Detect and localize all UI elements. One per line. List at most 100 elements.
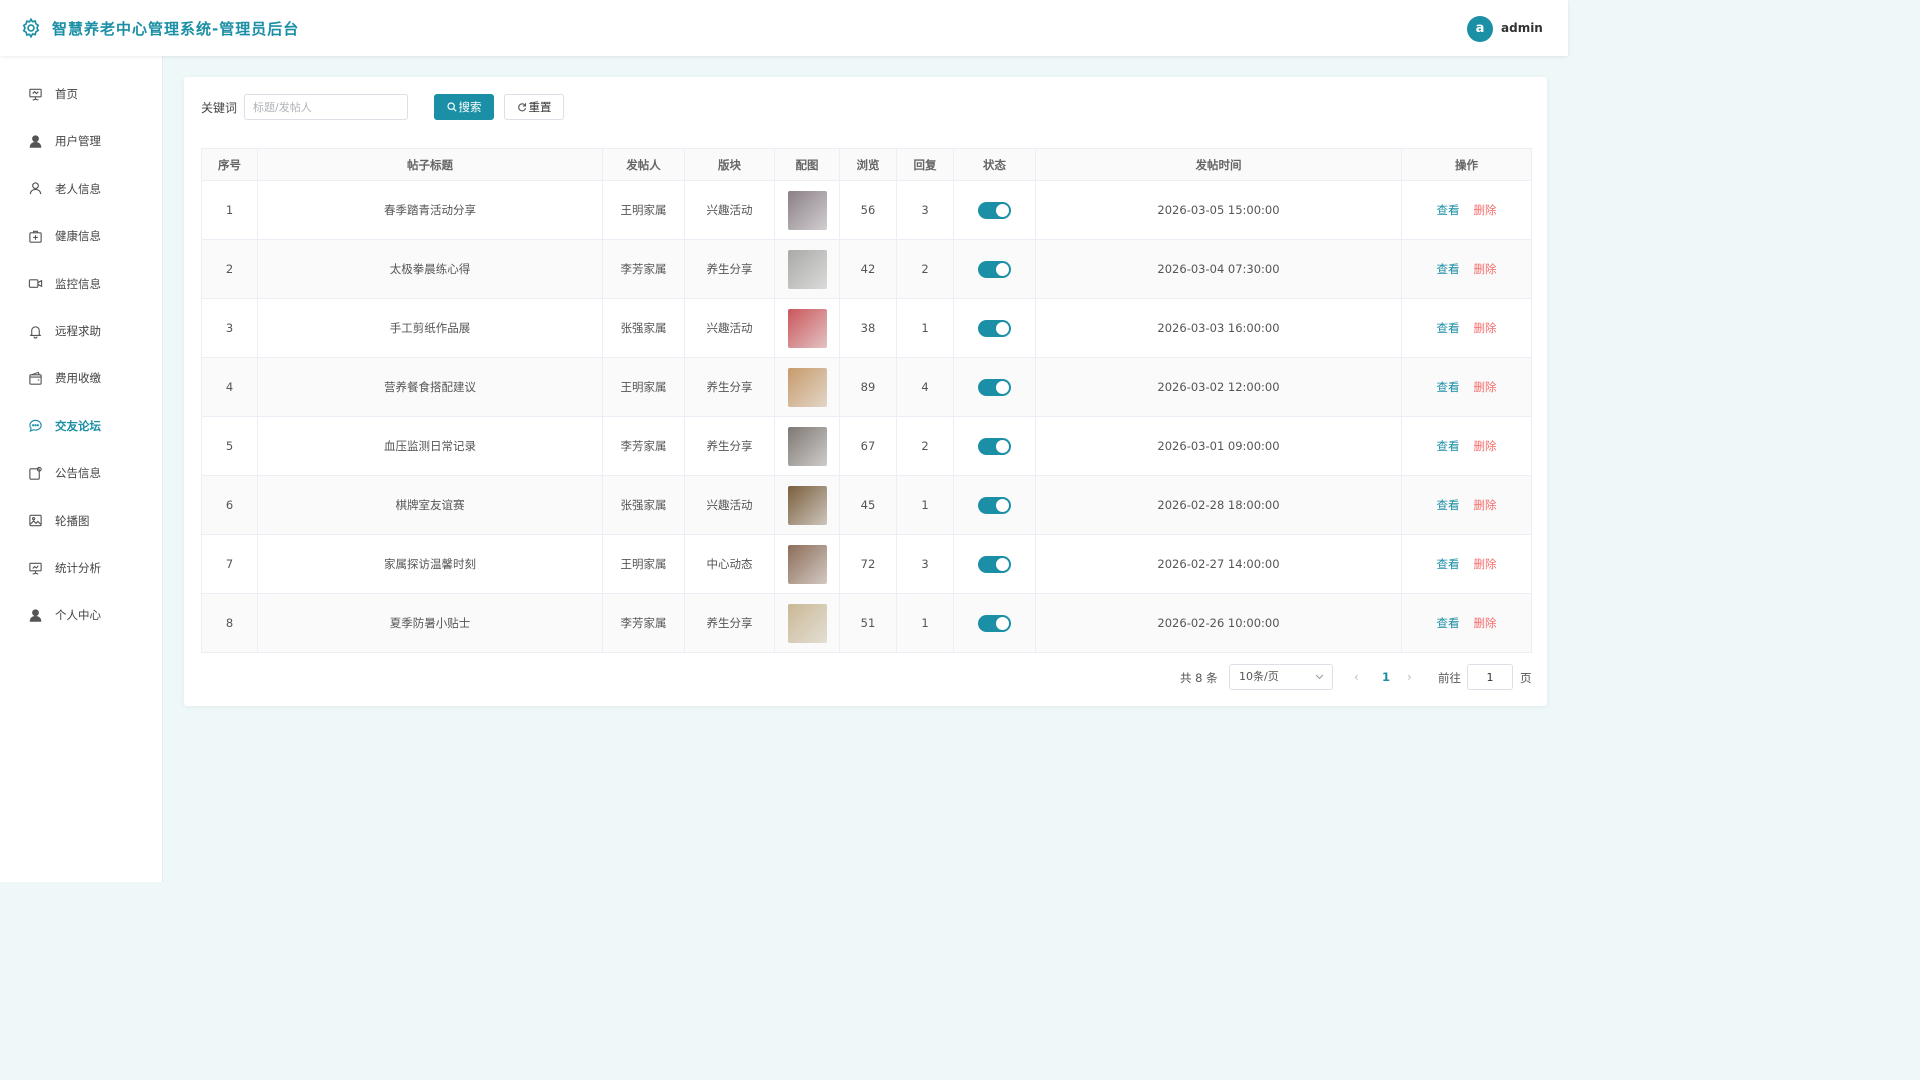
post-thumbnail[interactable] bbox=[787, 485, 827, 525]
prev-page-button[interactable]: ‹ bbox=[1354, 670, 1359, 684]
table-row: 6 棋牌室友谊赛 张强家属 兴趣活动 45 1 2026-02-28 18:00:00 查看删… bbox=[201, 475, 1532, 535]
view-link[interactable]: 查看 bbox=[1437, 498, 1460, 512]
video-camera-icon bbox=[28, 279, 43, 288]
row-number: 6 bbox=[201, 475, 258, 535]
top-header: 智慧养老中心管理系统-管理员后台 a admin bbox=[0, 0, 1568, 56]
sidebar-item-4[interactable]: 健康信息 bbox=[0, 216, 163, 256]
search-button[interactable]: 搜索 bbox=[434, 94, 494, 120]
first-aid-kit-icon bbox=[29, 230, 42, 243]
picture-icon bbox=[29, 514, 42, 527]
sidebar-item-3[interactable]: 老人信息 bbox=[0, 169, 163, 209]
view-link[interactable]: 查看 bbox=[1437, 203, 1460, 217]
post-board: 养生分享 bbox=[684, 239, 775, 299]
status-toggle[interactable] bbox=[978, 319, 1011, 337]
post-title: 血压监测日常记录 bbox=[257, 416, 603, 476]
post-image-cell bbox=[774, 357, 840, 417]
post-replies: 2 bbox=[896, 239, 954, 299]
delete-link[interactable]: 删除 bbox=[1474, 203, 1497, 217]
delete-link[interactable]: 删除 bbox=[1474, 616, 1497, 630]
status-cell bbox=[953, 239, 1036, 299]
status-toggle[interactable] bbox=[978, 555, 1011, 573]
sidebar-item-6[interactable]: 远程求助 bbox=[0, 311, 163, 351]
post-author: 李芳家属 bbox=[602, 593, 685, 653]
post-author: 王明家属 bbox=[602, 180, 685, 240]
status-toggle[interactable] bbox=[978, 614, 1011, 632]
delete-link[interactable]: 删除 bbox=[1474, 262, 1497, 276]
post-image-cell bbox=[774, 593, 840, 653]
post-replies: 4 bbox=[896, 357, 954, 417]
post-author: 李芳家属 bbox=[602, 416, 685, 476]
sidebar-item-10[interactable]: 轮播图 bbox=[0, 501, 163, 541]
column-header: 版块 bbox=[684, 148, 775, 181]
status-toggle[interactable] bbox=[978, 260, 1011, 278]
goto-label: 前往 bbox=[1438, 671, 1461, 685]
sidebar-item-label: 监控信息 bbox=[55, 276, 101, 291]
post-time: 2026-03-01 09:00:00 bbox=[1035, 416, 1402, 476]
post-thumbnail[interactable] bbox=[787, 190, 827, 230]
status-toggle[interactable] bbox=[978, 437, 1011, 455]
column-header: 状态 bbox=[953, 148, 1036, 181]
pagination-total: 共 8 条 bbox=[1180, 671, 1218, 685]
post-image-cell bbox=[774, 534, 840, 594]
post-thumbnail[interactable] bbox=[787, 603, 827, 643]
post-replies: 3 bbox=[896, 180, 954, 240]
sidebar-item-11[interactable]: 统计分析 bbox=[0, 548, 163, 588]
sidebar-item-9[interactable]: 公告信息 bbox=[0, 453, 163, 493]
page-number-1[interactable]: 1 bbox=[1382, 670, 1390, 684]
status-toggle[interactable] bbox=[978, 201, 1011, 219]
column-header: 浏览 bbox=[839, 148, 897, 181]
actions-cell: 查看 删除 bbox=[1401, 475, 1532, 535]
status-cell bbox=[953, 298, 1036, 358]
delete-link[interactable]: 删除 bbox=[1474, 439, 1497, 453]
avatar[interactable]: a bbox=[1467, 16, 1493, 42]
post-title: 手工剪纸作品展 bbox=[257, 298, 603, 358]
sidebar-item-7[interactable]: 费用收缴 bbox=[0, 358, 163, 398]
post-thumbnail[interactable] bbox=[787, 426, 827, 466]
status-toggle[interactable] bbox=[978, 378, 1011, 396]
status-toggle[interactable] bbox=[978, 496, 1011, 514]
post-image-cell bbox=[774, 239, 840, 299]
post-thumbnail[interactable] bbox=[787, 544, 827, 584]
page-size-select[interactable]: 10条/页 bbox=[1229, 664, 1333, 690]
next-page-button[interactable]: › bbox=[1407, 670, 1412, 684]
delete-link[interactable]: 删除 bbox=[1474, 380, 1497, 394]
column-header: 帖子标题 bbox=[257, 148, 603, 181]
post-thumbnail[interactable] bbox=[787, 308, 827, 348]
sidebar-item-label: 远程求助 bbox=[55, 324, 101, 338]
sidebar-item-label: 用户管理 bbox=[55, 134, 101, 149]
post-thumbnail[interactable] bbox=[787, 249, 827, 289]
user-filled-icon bbox=[29, 609, 42, 622]
column-header: 操作 bbox=[1401, 148, 1532, 181]
presentation-icon bbox=[29, 88, 42, 101]
view-link[interactable]: 查看 bbox=[1437, 262, 1460, 276]
sidebar-item-label: 健康信息 bbox=[55, 229, 101, 244]
post-board: 养生分享 bbox=[684, 357, 775, 417]
sidebar-item-12[interactable]: 个人中心 bbox=[0, 595, 163, 635]
post-thumbnail[interactable] bbox=[787, 367, 827, 407]
table-row: 7 家属探访温馨时刻 王明家属 中心动态 72 3 2026-02-27 14:00:00 查… bbox=[201, 534, 1532, 594]
keyword-input[interactable] bbox=[244, 94, 408, 120]
delete-link[interactable]: 删除 bbox=[1474, 498, 1497, 512]
sidebar-item-1[interactable]: 首页 bbox=[0, 74, 163, 114]
username[interactable]: admin bbox=[1501, 21, 1543, 35]
sidebar-item-2[interactable]: 用户管理 bbox=[0, 121, 163, 161]
view-link[interactable]: 查看 bbox=[1437, 380, 1460, 394]
view-link[interactable]: 查看 bbox=[1437, 616, 1460, 630]
post-time: 2026-03-04 07:30:00 bbox=[1035, 239, 1402, 299]
sidebar-item-5[interactable]: 监控信息 bbox=[0, 264, 163, 304]
goto-suffix: 页 bbox=[1520, 671, 1532, 685]
row-number: 3 bbox=[201, 298, 258, 358]
sidebar-item-label: 交友论坛 bbox=[55, 418, 101, 433]
view-link[interactable]: 查看 bbox=[1437, 321, 1460, 335]
delete-link[interactable]: 删除 bbox=[1474, 321, 1497, 335]
delete-link[interactable]: 删除 bbox=[1474, 557, 1497, 571]
reset-button[interactable]: 重置 bbox=[504, 94, 564, 120]
post-board: 兴趣活动 bbox=[684, 180, 775, 240]
status-cell bbox=[953, 180, 1036, 240]
sidebar-item-8[interactable]: 交友论坛 bbox=[0, 406, 163, 446]
sidebar-item-label: 老人信息 bbox=[55, 181, 101, 196]
goto-page-input[interactable] bbox=[1467, 664, 1513, 690]
view-link[interactable]: 查看 bbox=[1437, 439, 1460, 453]
view-link[interactable]: 查看 bbox=[1437, 557, 1460, 571]
post-title: 营养餐食搭配建议 bbox=[257, 357, 603, 417]
